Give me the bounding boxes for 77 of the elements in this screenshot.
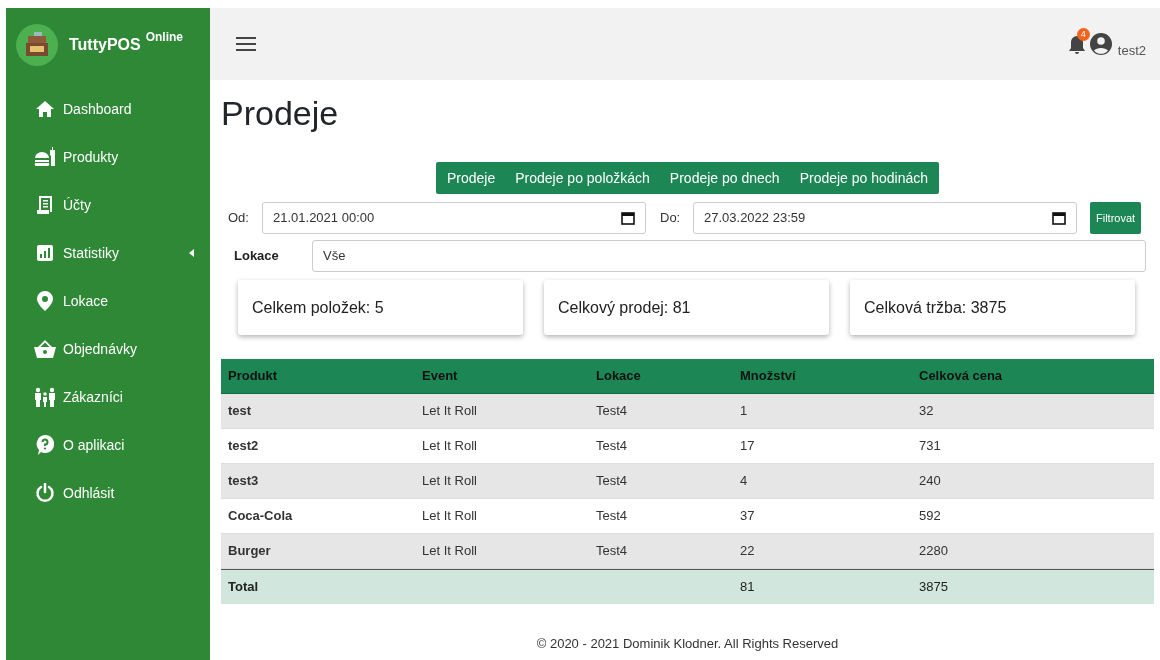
table-cell: Produkt xyxy=(228,368,278,384)
table-cell: Coca-Cola xyxy=(228,508,293,524)
table-cell: 2280 xyxy=(919,543,948,559)
sidebar-item[interactable]: Dashboard xyxy=(6,85,210,133)
table-cell: Lokace xyxy=(596,368,641,384)
table-cell: Test4 xyxy=(596,403,628,419)
help-icon xyxy=(36,435,54,455)
sidebar-item[interactable]: Produkty xyxy=(6,133,210,181)
filter-button[interactable]: Filtrovat xyxy=(1090,202,1142,234)
table-cell: Let It Roll xyxy=(422,438,477,454)
notification-badge: 4 xyxy=(1076,28,1090,41)
table-cell: Celková cena xyxy=(919,368,1003,384)
table-cell: 37 xyxy=(740,508,755,524)
table-cell: Total xyxy=(228,579,259,595)
table-cell: 592 xyxy=(919,508,941,524)
report-tab[interactable]: Prodeje xyxy=(436,162,506,194)
table-cell: 4 xyxy=(740,473,748,489)
user-avatar-icon[interactable] xyxy=(1089,33,1112,55)
sidebar-item[interactable]: Statistiky xyxy=(6,229,210,277)
summary-card: Celková tržba: 3875 xyxy=(850,280,1135,335)
table-cell: 240 xyxy=(919,473,941,489)
table-cell: Let It Roll xyxy=(422,403,477,419)
sidebar-item[interactable]: Účty xyxy=(6,181,210,229)
report-tab[interactable]: Prodeje po hodinách xyxy=(789,162,939,194)
summary-card: Celkem položek: 5 xyxy=(238,280,523,335)
location-label: Lokace xyxy=(233,247,280,266)
table-cell: 32 xyxy=(919,403,934,419)
table-cell: Let It Roll xyxy=(422,543,477,559)
table-cell: Test4 xyxy=(596,473,628,489)
table-cell: test xyxy=(228,403,252,419)
menu-icon[interactable] xyxy=(236,37,256,51)
basket-icon xyxy=(34,340,56,358)
calendar-icon[interactable] xyxy=(1052,211,1066,225)
cash-register-logo xyxy=(16,24,58,66)
table-cell: Test4 xyxy=(596,508,628,524)
table-cell: Množství xyxy=(740,368,796,384)
summary-card: Celkový prodej: 81 xyxy=(544,280,829,335)
table-cell: 3875 xyxy=(919,579,948,595)
power-icon xyxy=(35,483,55,503)
from-label: Od: xyxy=(227,209,250,228)
location-select[interactable]: Vše xyxy=(312,240,1146,272)
footer-text: © 2020 - 2021 Dominik Klodner. All Rights Reserved xyxy=(535,635,840,653)
report-tab[interactable]: Prodeje po dnech xyxy=(659,162,790,194)
page-title: Prodeje xyxy=(221,93,340,134)
map-pin-icon xyxy=(37,291,53,311)
sidebar-item[interactable]: O aplikaci xyxy=(6,421,210,469)
chart-icon xyxy=(36,244,54,262)
sidebar-item[interactable]: Lokace xyxy=(6,277,210,325)
sidebar-item[interactable]: Odhlásit xyxy=(6,469,210,517)
brand-name: TuttyPOS xyxy=(69,35,141,55)
bell-icon[interactable] xyxy=(1067,35,1086,55)
table-cell: test3 xyxy=(228,473,259,489)
table-cell: Test4 xyxy=(596,438,628,454)
to-label: Do: xyxy=(659,209,682,228)
table-cell: 1 xyxy=(740,403,748,419)
table-cell: Test4 xyxy=(596,543,628,559)
brand-tag: Online xyxy=(145,28,184,46)
table-cell: 17 xyxy=(740,438,755,454)
receipt-icon xyxy=(36,195,54,215)
sidebar-item[interactable]: Zákazníci xyxy=(6,373,210,421)
table-cell: 81 xyxy=(740,579,755,595)
table-cell: Let It Roll xyxy=(422,473,477,489)
home-icon xyxy=(35,100,55,118)
table-cell: Let It Roll xyxy=(422,508,477,524)
table-cell: 731 xyxy=(919,438,941,454)
table-cell: Burger xyxy=(228,543,271,559)
table-cell: Event xyxy=(422,368,458,384)
date-field[interactable]: 27.03.2022 23:59 xyxy=(693,202,1077,234)
people-icon xyxy=(34,387,56,407)
date-field[interactable]: 21.01.2021 00:00 xyxy=(262,202,646,234)
table-cell: 22 xyxy=(740,543,755,559)
sidebar-item[interactable]: Objednávky xyxy=(6,325,210,373)
user-name[interactable]: test2 xyxy=(1117,40,1146,60)
table-cell: test2 xyxy=(228,438,259,454)
calendar-icon[interactable] xyxy=(621,211,635,225)
burger-icon xyxy=(34,147,56,167)
report-tab[interactable]: Prodeje po položkách xyxy=(505,162,660,194)
